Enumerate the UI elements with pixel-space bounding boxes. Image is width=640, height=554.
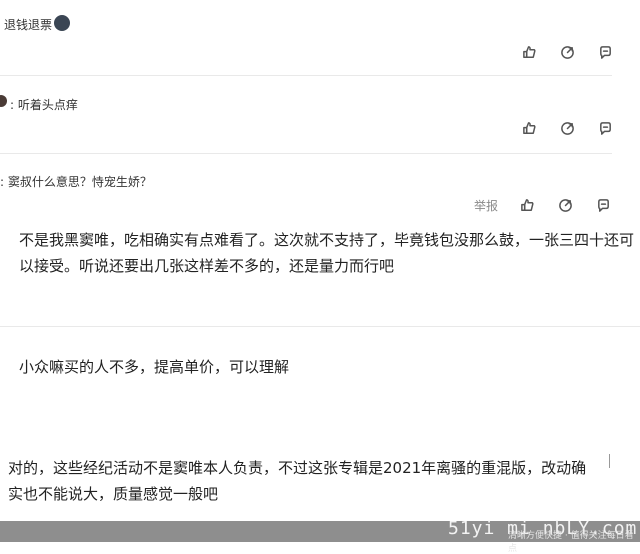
divider: [0, 75, 612, 76]
share-icon[interactable]: [558, 119, 576, 137]
reply-text: 不是我黑窦唯，吃相确实有点难看了。这次就不支持了，毕竟钱包没那么鼓，一张三四十还…: [19, 231, 635, 275]
share-icon[interactable]: [558, 43, 576, 61]
comment-3-text: : 窦叔什么意思？恃宠生娇？: [0, 175, 152, 189]
comment-icon[interactable]: [594, 196, 612, 214]
comment-1-actions: [520, 43, 614, 61]
comment-2-actions: [520, 119, 614, 137]
divider: [0, 326, 640, 327]
avatar[interactable]: [54, 15, 70, 31]
comment-2-text: : 听着头点痒: [10, 98, 78, 112]
share-icon[interactable]: [556, 196, 574, 214]
comment-4-text: 小众嘛买的人不多，提高单价，可以理解: [19, 358, 290, 376]
watermark-subtext: 清晰方便快捷 · 值得关注每日看点: [508, 531, 634, 554]
report-link[interactable]: 举报: [474, 197, 498, 214]
avatar[interactable]: [0, 95, 7, 107]
scroll-marker: [609, 454, 610, 468]
comment-5-text: 对的，这些经纪活动不是窦唯本人负责，不过这张专辑是2021年离骚的重混版，改动确…: [8, 459, 587, 503]
thumbs-up-icon[interactable]: [520, 43, 538, 61]
comment-icon[interactable]: [596, 119, 614, 137]
comment-1-text: 退钱退票: [4, 18, 53, 32]
thumbs-up-icon[interactable]: [518, 196, 536, 214]
divider: [0, 153, 612, 154]
comment-icon[interactable]: [596, 43, 614, 61]
thumbs-up-icon[interactable]: [520, 119, 538, 137]
comment-3-actions: 举报: [474, 196, 612, 214]
